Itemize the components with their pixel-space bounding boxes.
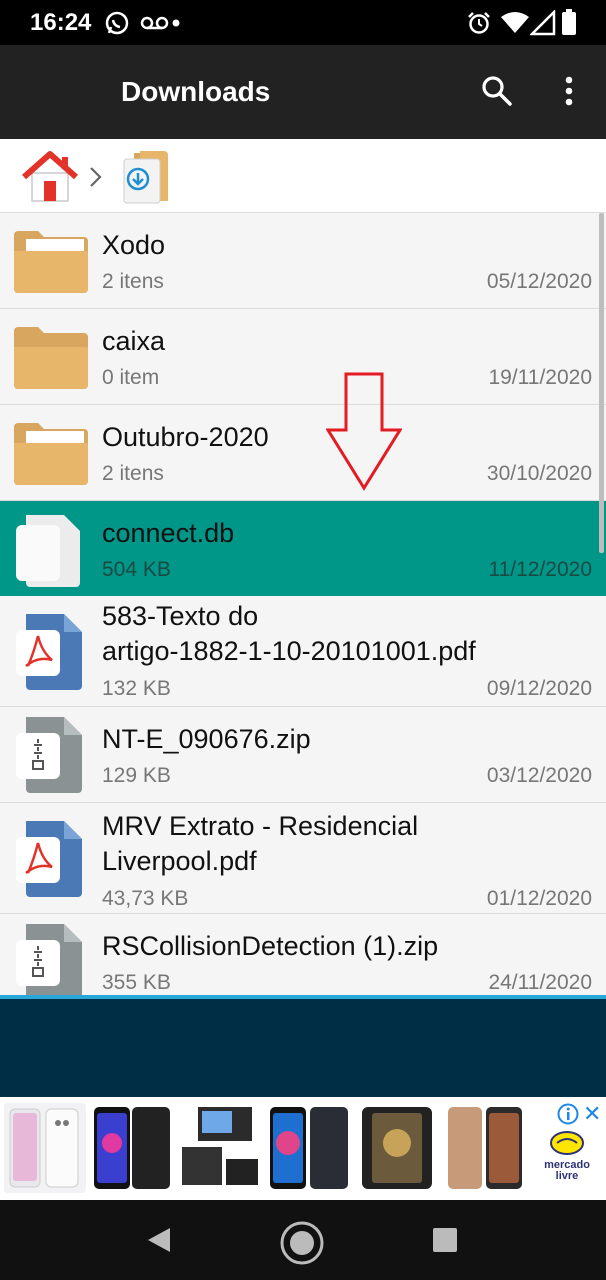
file-name: RSCollisionDetection (1).zip — [102, 931, 439, 961]
app-bar: Downloads — [0, 45, 606, 139]
ad-close-icon[interactable]: ✕ — [583, 1101, 601, 1127]
file-name-line2: artigo-1882-1-10-20101001.pdf — [102, 636, 476, 666]
file-name: connect.db — [102, 518, 235, 548]
scrollbar[interactable] — [599, 213, 604, 553]
file-meta: 355 KB — [102, 971, 171, 994]
file-date: 19/11/2020 — [488, 366, 592, 389]
file-meta: 2 itens — [102, 462, 164, 485]
list-item[interactable]: Outubro-2020 2 itens 30/10/2020 — [0, 405, 606, 501]
handshake-icon — [550, 1131, 584, 1155]
ad-product-phone-rugged[interactable] — [356, 1103, 438, 1193]
file-name: caixa — [102, 326, 166, 356]
status-bar: 16:24 — [0, 0, 606, 45]
folder-icon — [14, 327, 88, 389]
voicemail-icon — [140, 16, 169, 30]
file-date: 03/12/2020 — [486, 764, 592, 787]
file-list: Xodo 2 itens 05/12/2020 caixa 0 item 19/… — [0, 213, 606, 995]
list-item[interactable]: 583-Texto do artigo-1882-1-10-20101001.p… — [0, 596, 606, 707]
list-item[interactable]: NT-E_090676.zip 129 KB 03/12/2020 — [0, 707, 606, 803]
ad-product-phone-blue[interactable] — [92, 1103, 174, 1193]
file-date: 09/12/2020 — [486, 677, 592, 700]
pdf-file-icon — [16, 821, 82, 897]
ad-brand-logo[interactable]: mercado livre — [538, 1131, 596, 1182]
list-item-selected[interactable]: connect.db 504 KB 11/12/2020 — [0, 501, 606, 596]
file-meta: 504 KB — [102, 558, 171, 581]
file-date: 01/12/2020 — [486, 887, 592, 910]
ad-brand-line2: livre — [555, 1170, 579, 1182]
home-nav-icon[interactable] — [279, 1220, 325, 1266]
list-item[interactable]: caixa 0 item 19/11/2020 — [0, 309, 606, 405]
pdf-file-icon — [16, 614, 82, 690]
phone-image-icon — [362, 1107, 432, 1189]
dot-icon — [172, 19, 180, 27]
device-image-icon — [182, 1107, 258, 1185]
breadcrumb — [0, 139, 606, 213]
phone-image-icon — [94, 1107, 170, 1189]
file-name: NT-E_090676.zip — [102, 724, 311, 754]
file-date: 24/11/2020 — [488, 971, 592, 994]
back-icon[interactable] — [146, 1226, 172, 1254]
list-item[interactable]: MRV Extrato - Residencial Liverpool.pdf … — [0, 803, 606, 914]
ad-product-phone-white[interactable] — [4, 1103, 86, 1193]
phone-image-icon — [448, 1107, 522, 1189]
red-arrow-annotation — [326, 372, 402, 491]
list-item[interactable]: Xodo 2 itens 05/12/2020 — [0, 213, 606, 309]
empty-area — [0, 999, 606, 1097]
file-meta: 129 KB — [102, 764, 171, 787]
folder-icon — [14, 231, 88, 293]
system-nav-bar — [0, 1200, 606, 1280]
status-time: 16:24 — [30, 9, 92, 36]
file-name: Outubro-2020 — [102, 422, 269, 452]
page-title: Downloads — [121, 76, 271, 107]
signal-icon — [530, 10, 556, 36]
alarm-icon — [468, 12, 490, 34]
zip-file-icon — [16, 924, 82, 995]
folder-icon — [14, 423, 88, 485]
file-meta: 0 item — [102, 366, 160, 389]
file-meta: 132 KB — [102, 677, 171, 700]
file-meta: 2 itens — [102, 270, 164, 293]
more-vert-icon[interactable] — [555, 75, 583, 107]
phone-image-icon — [270, 1107, 348, 1189]
file-name-line2: Liverpool.pdf — [102, 846, 257, 876]
ad-product-phone-galaxy[interactable] — [268, 1103, 350, 1193]
list-item[interactable]: RSCollisionDetection (1).zip 355 KB 24/1… — [0, 914, 606, 995]
search-icon[interactable] — [481, 75, 513, 107]
ad-banner[interactable]: ✕ mercado livre — [0, 1097, 606, 1200]
home-icon[interactable] — [22, 151, 78, 203]
ad-product-phone-note[interactable] — [444, 1103, 526, 1193]
ad-product-oscilloscope[interactable] — [180, 1103, 262, 1193]
generic-file-icon — [16, 515, 80, 587]
wifi-icon — [501, 12, 529, 33]
recents-icon[interactable] — [432, 1227, 458, 1253]
zip-file-icon — [16, 717, 82, 793]
file-date: 30/10/2020 — [486, 462, 592, 485]
file-date: 11/12/2020 — [488, 558, 592, 581]
file-name: Xodo — [102, 230, 166, 260]
chevron-right-icon — [90, 167, 102, 187]
file-name-line1: 583-Texto do — [102, 601, 259, 631]
ad-info-icon[interactable] — [557, 1103, 579, 1125]
battery-icon — [562, 9, 576, 35]
whatsapp-icon — [105, 11, 129, 35]
phone-image-icon — [9, 1108, 79, 1188]
file-meta: 43,73 KB — [102, 887, 189, 910]
file-name-line1: MRV Extrato - Residencial — [102, 811, 419, 841]
downloads-folder-icon[interactable] — [120, 149, 176, 205]
file-date: 05/12/2020 — [486, 270, 592, 293]
